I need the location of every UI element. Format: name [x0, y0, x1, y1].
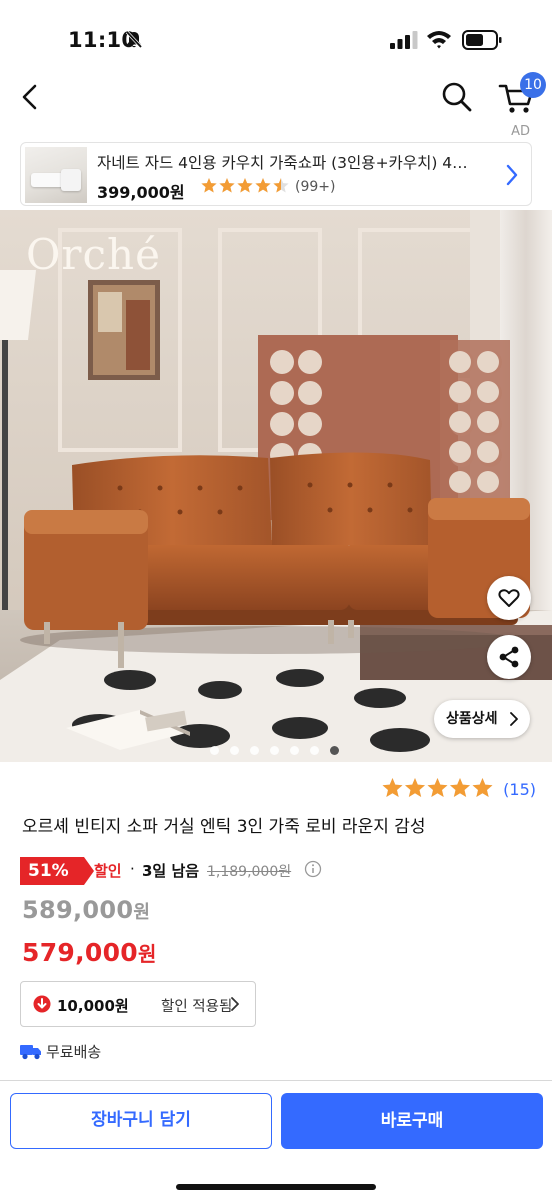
discount-label: 할인: [94, 862, 122, 880]
top-nav: 10: [0, 70, 552, 126]
coupon-applied-box[interactable]: 10,000원 할인 적용됨: [20, 981, 256, 1027]
rating-stars: [382, 778, 493, 797]
sale-price: 579,000원: [22, 938, 157, 967]
page-dot[interactable]: [290, 746, 299, 755]
base-price-value: 589,000: [22, 896, 134, 924]
star-icon-fill: [255, 178, 271, 193]
bottom-action-bar: 장바구니 담기 바로구매: [0, 1080, 552, 1200]
sale-price-value: 579,000: [22, 938, 138, 967]
page-dot[interactable]: [330, 746, 339, 755]
info-icon[interactable]: [304, 860, 322, 878]
review-count[interactable]: (15): [503, 780, 536, 799]
base-price-unit: 원: [133, 902, 151, 923]
battery-icon: [462, 30, 502, 50]
cart-count-badge: 10: [520, 72, 546, 98]
home-indicator: [176, 1184, 376, 1190]
star-icon-fill: [472, 778, 493, 797]
remaining-time: 3일 남음: [142, 862, 200, 880]
page-dot[interactable]: [270, 746, 279, 755]
product-detail-label: 상품상세: [446, 711, 498, 727]
coupon-text: 할인 적용됨: [161, 999, 233, 1015]
sale-price-unit: 원: [137, 942, 157, 966]
chevron-right-icon: [231, 997, 239, 1011]
ad-label: AD: [511, 124, 530, 139]
star-icon-fill: [237, 178, 253, 193]
star-icon-fill: [450, 778, 470, 797]
chevron-right-icon: [510, 712, 518, 726]
star-icon-fill: [219, 178, 235, 193]
separator: ·: [130, 860, 135, 878]
brand-logo: Orché: [26, 230, 161, 279]
ad-thumbnail: [25, 147, 87, 203]
page-dot[interactable]: [210, 746, 219, 755]
ad-rating-stars: [201, 178, 289, 193]
star-icon-fill: [382, 778, 403, 797]
star-icon-fill: [427, 778, 448, 797]
bell-mute-icon: [125, 30, 143, 49]
sofa-photo: [0, 210, 552, 762]
signal-icon: [390, 31, 418, 49]
add-to-cart-button[interactable]: 장바구니 담기: [10, 1093, 272, 1149]
ad-review-count: (99+): [295, 179, 336, 195]
share-icon: [499, 646, 519, 668]
back-icon[interactable]: [18, 82, 44, 112]
share-button[interactable]: [487, 635, 531, 679]
star-icon-fill: [405, 778, 425, 797]
ad-title: 자네트 자드 4인용 카우치 가죽쇼파 (3인용+카우치) 4…: [97, 154, 468, 172]
ad-price: 399,000원: [97, 183, 185, 202]
page-dot[interactable]: [310, 746, 319, 755]
shipping-info: 무료배송: [46, 1043, 102, 1061]
product-image[interactable]: Orché 상품상세: [0, 210, 552, 762]
star-icon-fill: [201, 178, 217, 193]
chevron-right-icon: [506, 164, 518, 186]
coupon-amount: 10,000원: [57, 997, 129, 1015]
page-dot[interactable]: [250, 746, 259, 755]
truck-icon: [20, 1045, 41, 1060]
coupon-down-icon: [33, 995, 51, 1013]
product-detail-button[interactable]: 상품상세: [434, 700, 530, 738]
status-bar: 11:10: [0, 0, 552, 70]
ad-banner[interactable]: 자네트 자드 4인용 카우치 가죽쇼파 (3인용+카우치) 4… 399,000…: [20, 142, 532, 206]
page-dot[interactable]: [230, 746, 239, 755]
search-icon[interactable]: [440, 80, 474, 114]
wishlist-button[interactable]: [487, 576, 531, 620]
heart-icon: [498, 589, 520, 607]
original-price: 1,189,000원: [207, 864, 292, 880]
wifi-icon: [427, 31, 451, 49]
discount-rate-badge: 51%: [20, 857, 94, 885]
base-price: 589,000원: [22, 896, 150, 924]
buy-now-button[interactable]: 바로구매: [281, 1093, 543, 1149]
product-title: 오르셰 빈티지 소파 거실 엔틱 3인 가죽 로비 라운지 감성: [22, 817, 426, 837]
